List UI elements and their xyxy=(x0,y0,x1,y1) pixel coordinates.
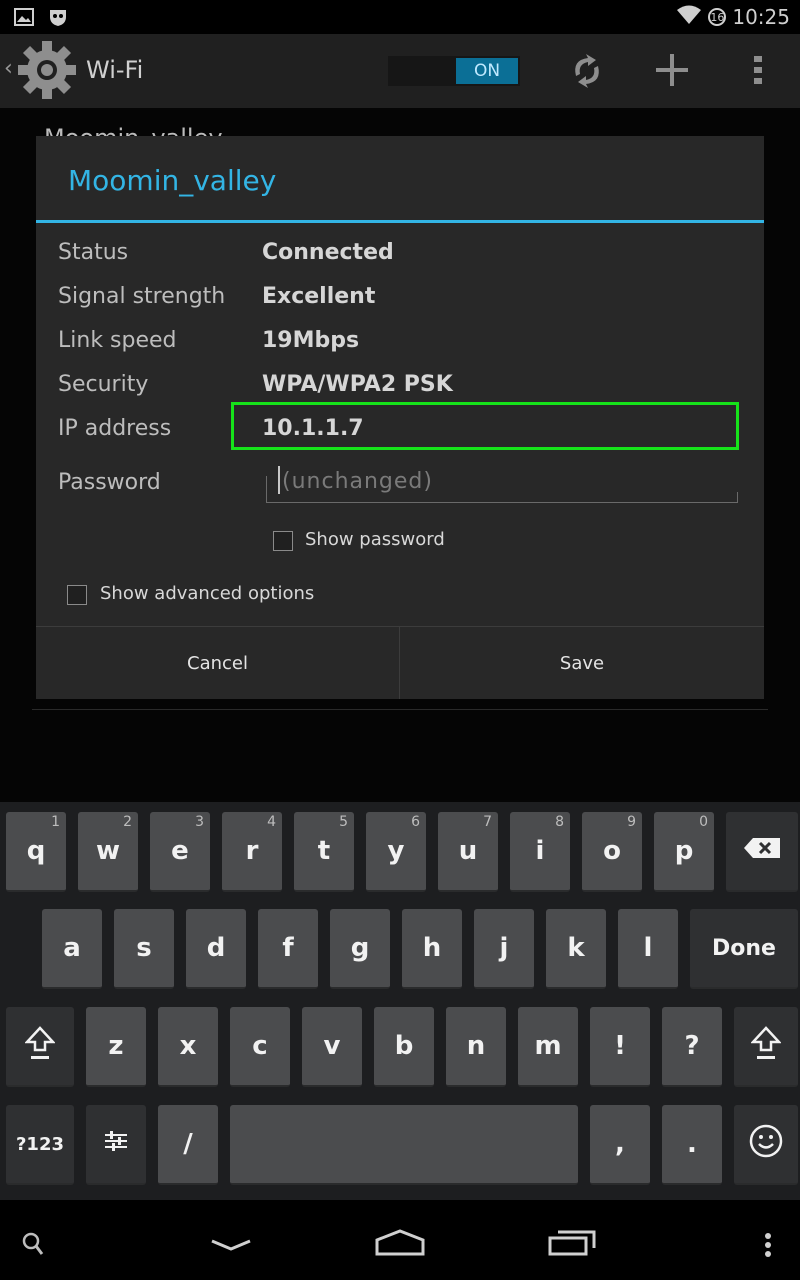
shift-key-left[interactable] xyxy=(6,1007,74,1087)
key-w[interactable]: w2 xyxy=(78,812,138,892)
key-u[interactable]: u7 xyxy=(438,812,498,892)
key-t[interactable]: t5 xyxy=(294,812,354,892)
key-g[interactable]: g xyxy=(330,909,390,989)
key-c[interactable]: c xyxy=(230,1007,290,1087)
backspace-icon xyxy=(743,836,781,866)
show-advanced-checkbox[interactable] xyxy=(67,585,87,605)
soft-keyboard: q1 w2 e3 r4 t5 y6 u7 i8 o9 p0 a s d f g … xyxy=(0,802,800,1200)
status-value: Connected xyxy=(262,240,394,265)
key-j[interactable]: j xyxy=(474,909,534,989)
space-key[interactable] xyxy=(230,1105,578,1185)
link-speed-label: Link speed xyxy=(58,328,177,353)
title-divider xyxy=(36,220,764,223)
shift-icon xyxy=(750,1025,782,1067)
ip-address-highlight xyxy=(231,402,739,450)
signal-strength-label: Signal strength xyxy=(58,284,226,309)
link-speed-value: 19Mbps xyxy=(262,328,360,353)
key-k[interactable]: k xyxy=(546,909,606,989)
status-bar: 16 10:25 xyxy=(0,0,800,34)
key-p[interactable]: p0 xyxy=(654,812,714,892)
input-settings-key[interactable] xyxy=(86,1105,146,1185)
notification-count-badge: 16 xyxy=(708,8,727,26)
input-settings-icon xyxy=(103,1129,129,1160)
search-icon[interactable] xyxy=(22,1232,44,1260)
text-cursor xyxy=(278,466,280,494)
status-label: Status xyxy=(58,240,129,265)
key-v[interactable]: v xyxy=(302,1007,362,1087)
backspace-key[interactable] xyxy=(726,812,798,892)
key-slash[interactable]: / xyxy=(158,1105,218,1185)
show-advanced-label[interactable]: Show advanced options xyxy=(100,583,314,604)
wifi-signal-icon xyxy=(676,4,702,30)
action-bar: ‹ Wi-Fi ON xyxy=(0,34,800,108)
key-s[interactable]: s xyxy=(114,909,174,989)
field-edge xyxy=(737,492,746,502)
menu-icon[interactable] xyxy=(764,1232,772,1262)
signal-strength-value: Excellent xyxy=(262,284,376,309)
key-z[interactable]: z xyxy=(86,1007,146,1087)
key-n[interactable]: n xyxy=(446,1007,506,1087)
key-period[interactable]: . xyxy=(662,1105,722,1185)
key-question[interactable]: ? xyxy=(662,1007,722,1087)
wps-icon[interactable] xyxy=(568,52,606,94)
settings-gear-icon[interactable] xyxy=(16,39,78,105)
password-label: Password xyxy=(58,470,161,495)
recents-icon[interactable] xyxy=(548,1228,596,1260)
key-q[interactable]: q1 xyxy=(6,812,66,892)
key-h[interactable]: h xyxy=(402,909,462,989)
done-key[interactable]: Done xyxy=(690,909,798,989)
show-password-label[interactable]: Show password xyxy=(305,529,445,550)
cancel-button[interactable]: Cancel xyxy=(36,627,399,699)
key-d[interactable]: d xyxy=(186,909,246,989)
key-i[interactable]: i8 xyxy=(510,812,570,892)
key-comma[interactable]: , xyxy=(590,1105,650,1185)
up-caret-icon[interactable]: ‹ xyxy=(4,56,13,81)
key-o[interactable]: o9 xyxy=(582,812,642,892)
key-l[interactable]: l xyxy=(618,909,678,989)
navigation-bar xyxy=(0,1200,800,1280)
key-x[interactable]: x xyxy=(158,1007,218,1087)
emoji-key[interactable] xyxy=(734,1105,798,1185)
clock: 10:25 xyxy=(732,5,790,29)
shift-icon xyxy=(24,1025,56,1067)
key-y[interactable]: y6 xyxy=(366,812,426,892)
key-b[interactable]: b xyxy=(374,1007,434,1087)
add-network-icon[interactable] xyxy=(654,52,690,92)
key-e[interactable]: e3 xyxy=(150,812,210,892)
field-edge xyxy=(266,476,275,503)
security-label: Security xyxy=(58,372,149,397)
overflow-menu-icon[interactable] xyxy=(752,52,764,92)
password-field[interactable] xyxy=(266,462,738,503)
wifi-toggle-on-label: ON xyxy=(456,58,518,84)
save-button[interactable]: Save xyxy=(400,627,764,699)
shift-key-right[interactable] xyxy=(734,1007,798,1087)
key-a[interactable]: a xyxy=(42,909,102,989)
symbols-key[interactable]: ?123 xyxy=(6,1105,74,1185)
ip-address-label: IP address xyxy=(58,416,172,441)
key-m[interactable]: m xyxy=(518,1007,578,1087)
notification-app-icon xyxy=(48,7,68,31)
back-icon[interactable] xyxy=(210,1238,252,1257)
security-value: WPA/WPA2 PSK xyxy=(262,372,453,397)
key-f[interactable]: f xyxy=(258,909,318,989)
home-icon[interactable] xyxy=(374,1228,426,1260)
show-password-checkbox[interactable] xyxy=(273,531,293,551)
emoji-icon xyxy=(749,1124,783,1165)
wifi-toggle[interactable]: ON xyxy=(388,56,520,86)
network-details-dialog: Moomin_valley Status Connected Signal st… xyxy=(36,136,764,699)
dialog-title: Moomin_valley xyxy=(68,164,277,197)
key-exclamation[interactable]: ! xyxy=(590,1007,650,1087)
key-r[interactable]: r4 xyxy=(222,812,282,892)
list-divider xyxy=(32,709,768,710)
password-input[interactable] xyxy=(282,462,722,500)
picture-icon xyxy=(14,7,34,31)
page-title: Wi-Fi xyxy=(86,56,144,84)
